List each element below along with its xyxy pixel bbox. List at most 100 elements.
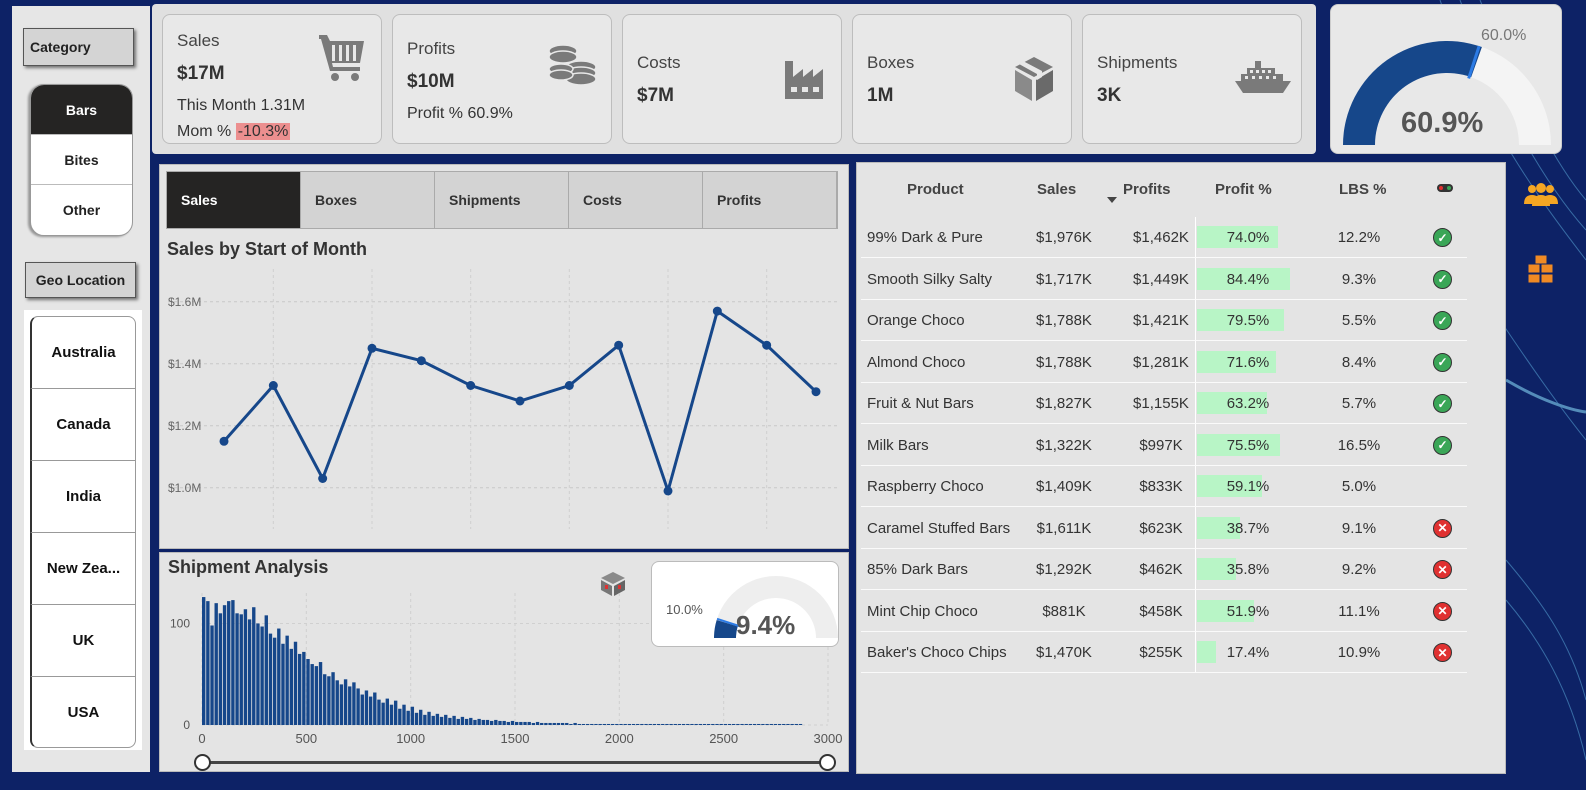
kpi-boxes-card[interactable]: Boxes 1M [852, 14, 1072, 144]
tab-boxes[interactable]: Boxes [301, 172, 435, 228]
category-item-other[interactable]: Other [31, 185, 132, 235]
hist-bar [502, 720, 506, 725]
tab-costs[interactable]: Costs [569, 172, 703, 228]
category-item-bars[interactable]: Bars [31, 85, 132, 135]
sales-data-point[interactable] [318, 474, 328, 483]
table-row[interactable]: Orange Choco $1,788K $1,421K 79.5% 5.5% ✓ [861, 300, 1467, 341]
hist-bar [281, 643, 285, 725]
geo-item-australia[interactable]: Australia [30, 316, 136, 388]
geo-item-usa[interactable]: USA [30, 676, 136, 748]
table-row[interactable]: Almond Choco $1,788K $1,281K 71.6% 8.4% ✓ [861, 342, 1467, 383]
kpi-sales-card[interactable]: Sales $17M This Month 1.31M Mom % -10.3% [162, 14, 382, 144]
geo-item-new-zealand[interactable]: New Zea... [30, 532, 136, 604]
profit-gauge-card[interactable]: 60.0% 60.9% [1330, 4, 1562, 154]
kpi-strip: Sales $17M This Month 1.31M Mom % -10.3%… [152, 4, 1316, 154]
hist-bar [448, 717, 452, 725]
kpi-costs-value: $7M [637, 85, 674, 106]
hist-bar [335, 680, 339, 725]
table-header-sales[interactable]: Sales [1037, 181, 1076, 198]
table-header-profit-pct[interactable]: Profit % [1215, 181, 1272, 198]
x-tick-label: Jul 2023 [446, 547, 495, 549]
sales-data-point[interactable] [416, 356, 426, 366]
hist-bar [268, 633, 273, 725]
sales-data-point[interactable] [466, 381, 476, 390]
hist-bar [540, 722, 544, 725]
hist-x-tick-label: 1500 [501, 731, 530, 746]
x-tick-label: Mar 2023 [246, 547, 301, 549]
hist-bar [202, 597, 206, 725]
hist-bar [485, 719, 490, 725]
shopping-cart-icon [319, 35, 364, 81]
shipment-gauge-card[interactable]: 10.0% 9.4% [651, 561, 839, 647]
hist-bar [252, 607, 256, 725]
hist-x-tick-label: 2500 [709, 731, 738, 746]
range-slider-handle-max[interactable] [819, 754, 836, 771]
table-header-profits[interactable]: Profits [1123, 181, 1171, 198]
table-row[interactable]: Mint Chip Choco $881K $458K 51.9% 11.1% ✕ [861, 591, 1467, 632]
sales-data-point[interactable] [367, 343, 377, 353]
sales-data-point[interactable] [811, 387, 821, 397]
hist-bar [706, 723, 711, 725]
kpi-shipments-value: 3K [1097, 85, 1122, 106]
sort-desc-icon[interactable] [1107, 197, 1117, 203]
x-circle-icon: ✕ [1433, 601, 1452, 621]
hist-bar [489, 720, 494, 725]
sales-data-point[interactable] [663, 486, 673, 496]
tab-shipments[interactable]: Shipments [435, 172, 569, 228]
hist-bar [577, 723, 581, 725]
table-header-product[interactable]: Product [907, 181, 964, 198]
table-row[interactable]: Smooth Silky Salty $1,717K $1,449K 84.4% 9.3… [861, 259, 1467, 300]
hist-bar [431, 715, 435, 725]
tab-sales[interactable]: Sales [167, 172, 301, 228]
table-row[interactable]: Milk Bars $1,322K $997K 75.5% 16.5% ✓ [861, 425, 1467, 466]
lbs-pct-cell: 5.5% [1341, 312, 1377, 329]
hist-bar [323, 674, 327, 725]
table-row[interactable]: Fruit & Nut Bars $1,827K $1,155K 63.2% 5.7% ✓ [861, 383, 1467, 424]
table-row[interactable]: 99% Dark & Pure $1,976K $1,462K 74.0% 12.2% ✓ [861, 217, 1467, 258]
geo-item-canada[interactable]: Canada [30, 388, 136, 460]
hist-bar [272, 637, 277, 725]
hist-x-tick-label: 0 [198, 731, 205, 746]
kpi-shipments-card[interactable]: Shipments 3K [1082, 14, 1302, 144]
hist-bar [565, 722, 569, 725]
lbs-pct-cell: 5.7% [1341, 395, 1377, 412]
hist-bar [410, 706, 415, 725]
product-name-cell: Orange Choco [867, 312, 965, 329]
category-item-bites[interactable]: Bites [31, 135, 132, 185]
table-header-lbs-pct[interactable]: LBS % [1339, 181, 1387, 198]
sales-data-point[interactable] [762, 340, 772, 350]
sales-data-point[interactable] [268, 381, 278, 390]
profits-cell: $833K [1139, 478, 1183, 495]
profit-pct-cell: 71.6% [1226, 353, 1270, 371]
hist-bar [256, 623, 260, 725]
y-tick-label: $1.2M [168, 419, 201, 433]
geo-item-uk[interactable]: UK [30, 604, 136, 676]
sales-data-point[interactable] [614, 340, 624, 350]
hist-bar [206, 601, 210, 725]
table-row[interactable]: 85% Dark Bars $1,292K $462K 35.8% 9.2% ✕ [861, 549, 1467, 590]
hist-bar [364, 690, 369, 725]
profit-gauge-value-label: 60.9% [1401, 107, 1484, 139]
profit-pct-cell: 51.9% [1226, 602, 1270, 620]
stacked-boxes-icon[interactable] [1526, 254, 1556, 284]
sales-cell: $1,976K [1036, 229, 1092, 246]
range-slider-track[interactable] [202, 761, 828, 764]
sales-data-point[interactable] [515, 396, 525, 406]
tab-profits[interactable]: Profits [703, 172, 837, 228]
y-tick-label: $1.4M [168, 357, 201, 371]
table-row[interactable]: Caramel Stuffed Bars $1,611K $623K 38.7% 9.1… [861, 508, 1467, 549]
sales-data-point[interactable] [219, 436, 229, 446]
x-circle-icon: ✕ [1433, 518, 1452, 538]
sales-data-point[interactable] [712, 306, 722, 316]
geo-item-india[interactable]: India [30, 460, 136, 532]
table-row[interactable]: Raspberry Choco $1,409K $833K 59.1% 5.0% [861, 466, 1467, 507]
profits-cell: $1,421K [1133, 312, 1189, 329]
sales-data-point[interactable] [564, 381, 574, 390]
people-icon[interactable] [1524, 182, 1558, 206]
kpi-costs-card[interactable]: Costs $7M [622, 14, 842, 144]
check-circle-icon: ✓ [1433, 435, 1452, 455]
table-row[interactable]: Baker's Choco Chips $1,470K $255K 17.4% 10.9… [861, 632, 1467, 673]
range-slider-handle-min[interactable] [194, 754, 211, 771]
kpi-profits-card[interactable]: Profits $10M Profit % 60.9% [392, 14, 612, 144]
hist-bar [510, 720, 515, 725]
